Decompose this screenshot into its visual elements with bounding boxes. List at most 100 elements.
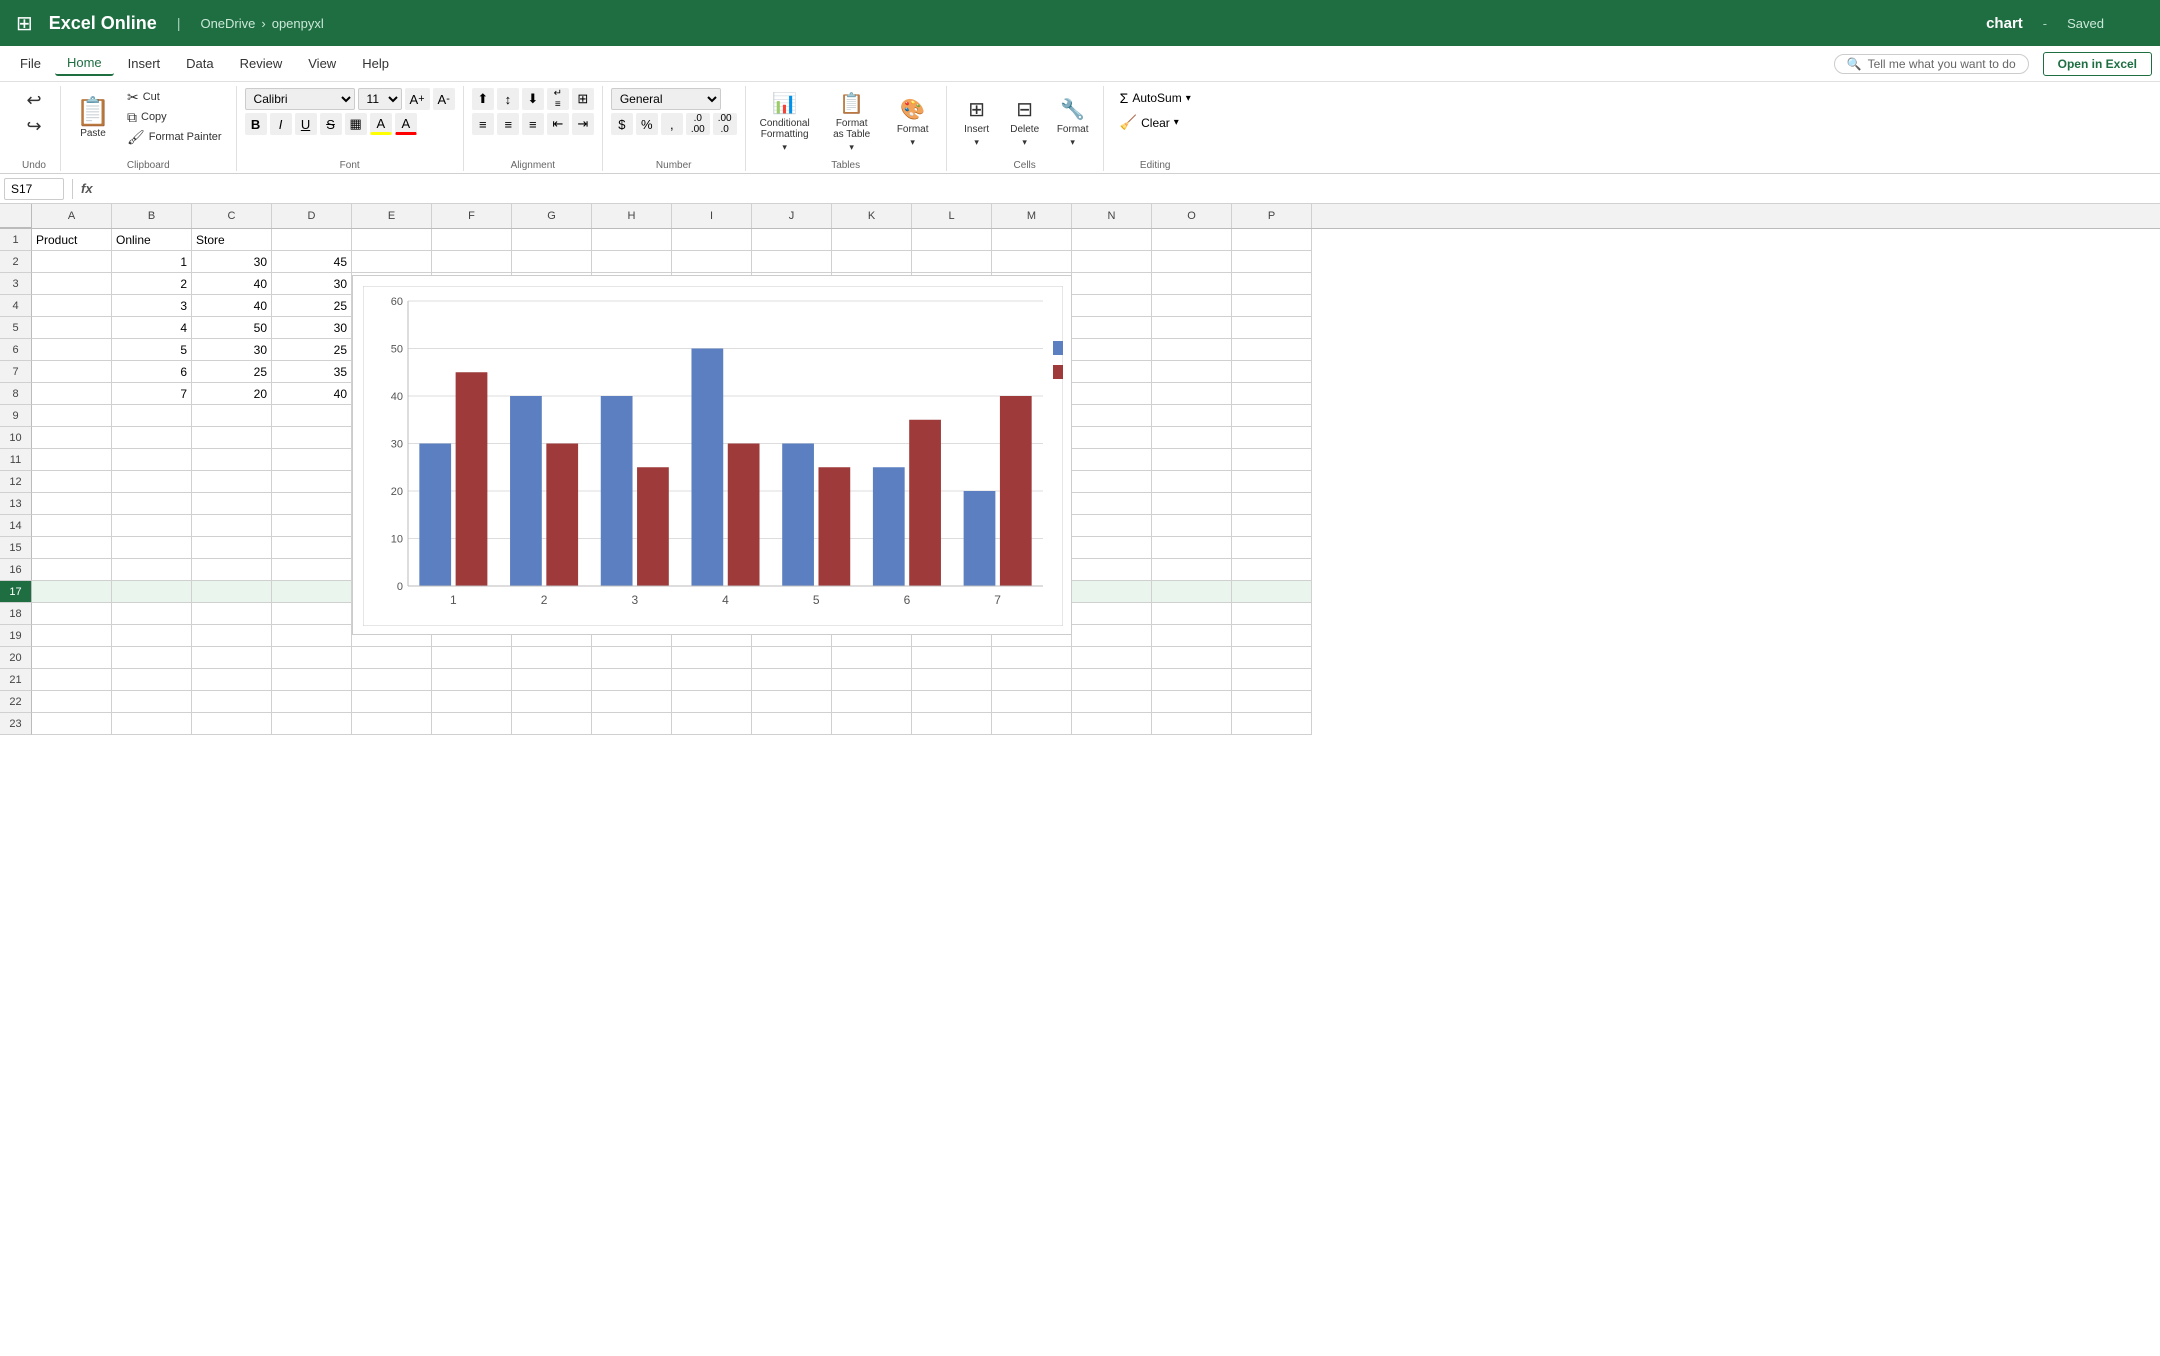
redo-button[interactable]: ↪ (16, 114, 52, 138)
grid-cell[interactable]: Online (112, 229, 192, 251)
cut-button[interactable]: ✂ Cut (121, 88, 228, 106)
col-header-B[interactable]: B (112, 204, 192, 228)
grid-cell[interactable] (1152, 537, 1232, 559)
grid-cell[interactable] (272, 471, 352, 493)
col-header-J[interactable]: J (752, 204, 832, 228)
grid-cell[interactable] (1152, 229, 1232, 251)
grid-cell[interactable] (272, 603, 352, 625)
grid-cell[interactable] (1072, 229, 1152, 251)
grid-cell[interactable] (992, 691, 1072, 713)
grid-cell[interactable] (1152, 581, 1232, 603)
grid-cell[interactable] (912, 669, 992, 691)
grid-cell[interactable] (272, 625, 352, 647)
grid-cell[interactable] (1152, 559, 1232, 581)
menu-item-file[interactable]: File (8, 52, 53, 75)
grid-cell[interactable] (512, 669, 592, 691)
grid-cell[interactable] (1072, 273, 1152, 295)
grid-cell[interactable] (1232, 383, 1312, 405)
row-header[interactable]: 19 (0, 625, 32, 647)
grid-cell[interactable] (192, 471, 272, 493)
row-header[interactable]: 1 (0, 229, 32, 251)
grid-cell[interactable]: 25 (192, 361, 272, 383)
formula-input[interactable] (97, 180, 2156, 198)
grid-cell[interactable] (272, 537, 352, 559)
grid-cell[interactable] (32, 251, 112, 273)
grid-cell[interactable] (1232, 229, 1312, 251)
grid-cell[interactable] (1072, 295, 1152, 317)
grid-cell[interactable] (192, 713, 272, 735)
align-middle-button[interactable]: ↕ (497, 88, 519, 110)
row-header[interactable]: 6 (0, 339, 32, 361)
grid-cell[interactable] (1072, 647, 1152, 669)
row-header[interactable]: 9 (0, 405, 32, 427)
grid-cell[interactable] (1152, 251, 1232, 273)
breadcrumb-drive[interactable]: OneDrive (200, 16, 255, 31)
grid-cell[interactable] (512, 251, 592, 273)
grid-cell[interactable] (1232, 251, 1312, 273)
bold-button[interactable]: B (245, 113, 267, 135)
grid-cell[interactable] (1232, 295, 1312, 317)
grid-cell[interactable] (592, 713, 672, 735)
conditional-formatting-button[interactable]: 📊 ConditionalFormatting ▾ (754, 88, 816, 156)
grid-cell[interactable] (1232, 581, 1312, 603)
grid-cell[interactable] (1232, 669, 1312, 691)
row-header[interactable]: 13 (0, 493, 32, 515)
increase-font-button[interactable]: A+ (405, 88, 430, 110)
row-header[interactable]: 7 (0, 361, 32, 383)
col-header-A[interactable]: A (32, 204, 112, 228)
grid-cell[interactable] (1232, 493, 1312, 515)
col-header-M[interactable]: M (992, 204, 1072, 228)
grid-cell[interactable] (1152, 317, 1232, 339)
grid-cell[interactable]: 25 (272, 295, 352, 317)
open-in-excel-button[interactable]: Open in Excel (2043, 52, 2152, 76)
grid-cell[interactable] (432, 713, 512, 735)
grid-cell[interactable] (832, 647, 912, 669)
grid-cell[interactable] (32, 493, 112, 515)
grid-cell[interactable] (272, 515, 352, 537)
grid-cell[interactable] (512, 713, 592, 735)
grid-cell[interactable] (352, 647, 432, 669)
grid-cell[interactable] (432, 647, 512, 669)
menu-item-data[interactable]: Data (174, 52, 225, 75)
grid-cell[interactable] (1072, 339, 1152, 361)
grid-cell[interactable] (32, 669, 112, 691)
breadcrumb-folder[interactable]: openpyxl (272, 16, 324, 31)
grid-cell[interactable] (32, 603, 112, 625)
grid-cell[interactable] (1152, 361, 1232, 383)
grid-cell[interactable] (272, 669, 352, 691)
grid-cell[interactable]: 2 (112, 273, 192, 295)
increase-indent-button[interactable]: ⇥ (572, 113, 594, 135)
grid-cell[interactable]: 50 (192, 317, 272, 339)
number-format-select[interactable]: General (611, 88, 721, 110)
grid-cell[interactable] (352, 669, 432, 691)
row-header[interactable]: 14 (0, 515, 32, 537)
row-header[interactable]: 4 (0, 295, 32, 317)
grid-cell[interactable] (1072, 383, 1152, 405)
grid-cell[interactable] (32, 361, 112, 383)
grid-cell[interactable] (192, 647, 272, 669)
grid-cell[interactable] (112, 691, 192, 713)
grid-cell[interactable] (1072, 515, 1152, 537)
grid-cell[interactable] (1072, 691, 1152, 713)
grid-cell[interactable] (112, 493, 192, 515)
grid-cell[interactable] (752, 713, 832, 735)
grid-cell[interactable] (1232, 317, 1312, 339)
font-name-select[interactable]: Calibri (245, 88, 355, 110)
row-header[interactable]: 20 (0, 647, 32, 669)
grid-cell[interactable] (192, 691, 272, 713)
grid-cell[interactable] (752, 251, 832, 273)
grid-cell[interactable] (192, 581, 272, 603)
row-header[interactable]: 8 (0, 383, 32, 405)
grid-cell[interactable] (1152, 647, 1232, 669)
grid-cell[interactable] (1072, 317, 1152, 339)
grid-cell[interactable] (1232, 361, 1312, 383)
grid-cell[interactable] (272, 647, 352, 669)
grid-cell[interactable] (752, 647, 832, 669)
row-header[interactable]: 2 (0, 251, 32, 273)
clear-button[interactable]: 🧹 Clear ▾ (1112, 112, 1187, 133)
grid-cell[interactable]: 40 (192, 273, 272, 295)
paste-button[interactable]: 📋 Paste (69, 88, 117, 148)
row-header[interactable]: 11 (0, 449, 32, 471)
grid-cell[interactable]: 4 (112, 317, 192, 339)
grid-cell[interactable] (912, 691, 992, 713)
